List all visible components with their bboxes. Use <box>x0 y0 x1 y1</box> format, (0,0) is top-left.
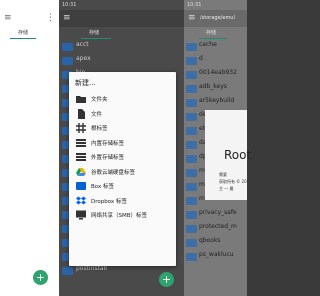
list-item[interactable]: adb_keys <box>184 83 247 97</box>
more-options-icon[interactable]: ⋮ <box>46 14 55 23</box>
menu-item-label: 根标签 <box>91 126 108 132</box>
tab-indicator <box>199 38 227 39</box>
tab-indicator <box>10 38 36 39</box>
folder-icon <box>186 253 197 261</box>
menu-item-label: 文件夹 <box>91 97 108 103</box>
list-item[interactable]: apex <box>59 55 184 69</box>
file-name: acct <box>76 41 89 48</box>
file-name: postinstall <box>76 265 107 272</box>
list-item[interactable]: acct <box>59 41 184 55</box>
tab-bar: 存储 <box>184 27 247 39</box>
menu-item-label: Box 标签 <box>91 184 114 190</box>
root-dialog-line2: 获取所有 © 20 <box>219 179 247 184</box>
folder-icon <box>186 113 197 121</box>
folder-icon <box>186 57 197 65</box>
menu-item-external-storage[interactable]: 外置存储标签 <box>69 150 176 165</box>
menu-item-smb[interactable]: 网络共享（SMB）标签 <box>69 208 176 223</box>
menu-item-google-drive[interactable]: 谷歌云端硬盘标签 <box>69 165 176 180</box>
folder-icon <box>62 43 73 51</box>
list-item[interactable]: protected_m <box>184 223 247 237</box>
file-name: apex <box>76 55 91 62</box>
menu-item-label: 文件 <box>91 111 103 118</box>
folder-icon <box>76 96 86 103</box>
file-icon <box>78 108 85 119</box>
root-dialog-title: Root <box>224 148 252 162</box>
list-item[interactable]: 0014eab932 <box>184 69 247 83</box>
menu-item-file[interactable]: 文件 <box>69 107 176 122</box>
list-item[interactable]: qbooks <box>184 237 247 251</box>
status-bar <box>0 0 59 10</box>
menu-item-label: 内置存储标签 <box>91 140 125 147</box>
menu-item-label: 谷歌云端硬盘标签 <box>91 169 136 176</box>
folder-icon <box>186 183 197 191</box>
list-item[interactable]: d <box>184 55 247 69</box>
screen-left: ≡ ⋮ 存储 + <box>0 0 59 296</box>
folder-icon <box>186 239 197 247</box>
folder-icon <box>62 57 73 65</box>
menu-item-label: Dropbox 标签 <box>91 198 127 205</box>
app-bar: ≡ ⋮ <box>0 10 59 27</box>
file-icon <box>186 71 197 79</box>
menu-icon[interactable]: ≡ <box>188 14 196 23</box>
folder-icon <box>186 169 197 177</box>
folder-icon <box>186 127 197 135</box>
menu-item-internal-storage[interactable]: 内置存储标签 <box>69 136 176 151</box>
file-name: privacy_safe <box>199 209 237 216</box>
file-name: adb_keys <box>199 83 227 90</box>
menu-icon[interactable]: ≡ <box>4 14 12 23</box>
file-icon <box>186 99 197 107</box>
app-bar: ≡ /storage/emul <box>184 10 247 27</box>
folder-icon <box>186 43 197 51</box>
add-button[interactable]: + <box>159 272 174 287</box>
list-item[interactable]: privacy_safe <box>184 209 247 223</box>
menu-item-root-tab[interactable]: 根标签 <box>69 121 176 136</box>
path-title: /storage/emul <box>200 15 235 21</box>
menu-item-folder[interactable]: 文件夹 <box>69 92 176 107</box>
file-name: cache <box>199 41 217 48</box>
folder-icon <box>62 267 73 275</box>
file-name: qbooks <box>199 237 221 244</box>
new-item-menu: 文件夹 文件 根标签 内置存储标签 外置存储标签 谷歌云端硬盘标签 Box 标签 <box>69 92 176 223</box>
folder-icon <box>186 155 197 163</box>
root-dialog-line1: 需要 <box>219 172 227 177</box>
folder-icon <box>186 141 197 149</box>
google-drive-icon <box>76 167 86 176</box>
box-icon <box>76 182 86 190</box>
folder-icon <box>186 197 197 205</box>
menu-icon[interactable]: ≡ <box>63 14 71 23</box>
status-bar: 10:31 <box>59 0 184 10</box>
dropbox-icon <box>76 196 86 204</box>
status-bar: 10:31 <box>184 0 247 10</box>
tab-bar: 存储 <box>0 27 59 39</box>
status-time: 10:31 <box>62 2 77 8</box>
hash-icon <box>76 123 86 133</box>
tab-indicator <box>81 38 111 39</box>
list-item[interactable]: ar5keybuild <box>184 97 247 111</box>
status-time: 10:31 <box>187 2 202 8</box>
file-name: ps_waklucu <box>199 251 234 258</box>
menu-item-label: 外置存储标签 <box>91 155 125 161</box>
storage-icon <box>76 138 86 147</box>
menu-item-box[interactable]: Box 标签 <box>69 179 176 194</box>
menu-item-label: 网络共享（SMB）标签 <box>91 213 148 219</box>
add-button[interactable]: + <box>33 270 48 285</box>
external-storage-icon <box>76 153 86 161</box>
list-item[interactable]: cache <box>184 41 247 55</box>
app-bar: ≡ <box>59 10 184 27</box>
file-name: 0014eab932 <box>199 69 237 76</box>
file-name: d <box>199 55 203 62</box>
file-name: protected_m <box>199 223 237 230</box>
file-icon <box>186 85 197 93</box>
folder-icon <box>186 225 197 233</box>
root-dialog-line3: 主 — 最 <box>219 186 234 191</box>
tab-bar: 存储 <box>59 27 184 39</box>
dialog-title: 新建... <box>75 79 96 87</box>
network-icon <box>76 210 86 220</box>
folder-icon <box>186 211 197 219</box>
file-name: ar5keybuild <box>199 97 235 104</box>
menu-item-dropbox[interactable]: Dropbox 标签 <box>69 194 176 209</box>
list-item[interactable]: ps_waklucu <box>184 251 247 265</box>
new-item-dialog: 新建... 文件夹 文件 根标签 内置存储标签 外置存储标签 谷歌云端硬盘标签 … <box>69 72 176 266</box>
